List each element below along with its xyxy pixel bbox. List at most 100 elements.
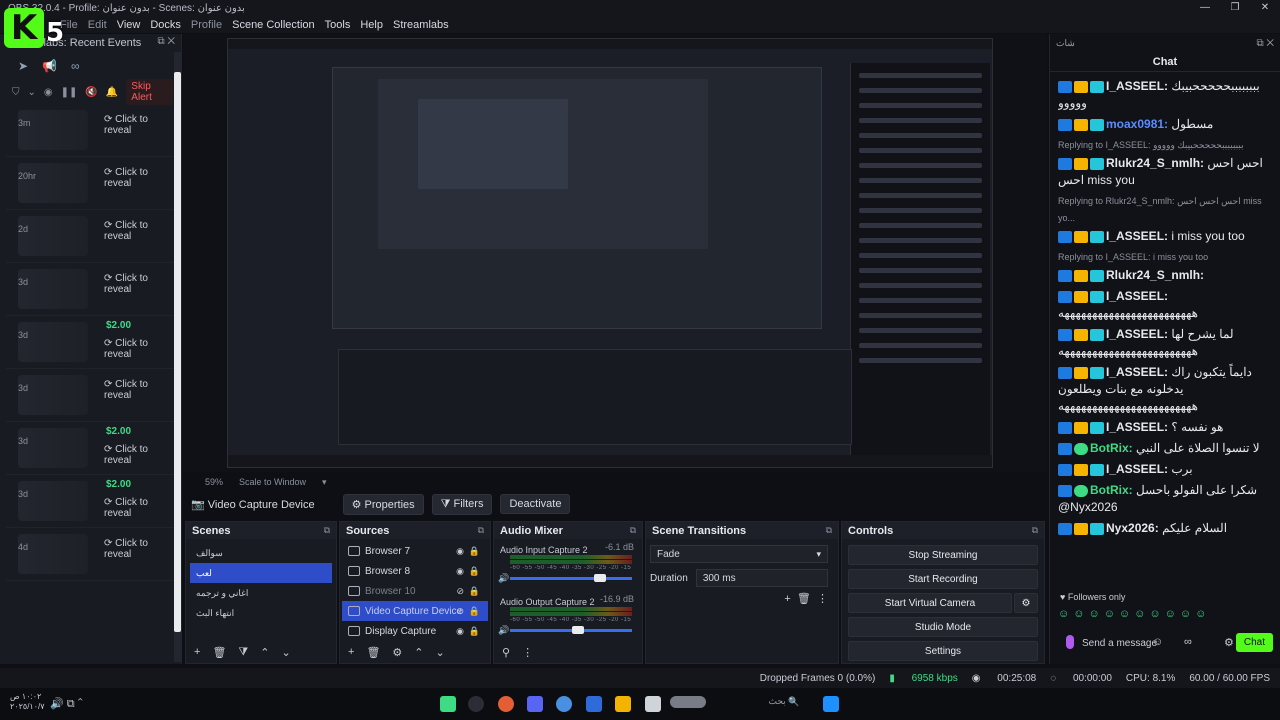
mic-icon[interactable] <box>1066 635 1074 649</box>
dock-buttons[interactable]: ⧉ ✕ <box>157 36 175 47</box>
studio-mode-button[interactable]: Studio Mode <box>848 617 1038 637</box>
stop-streaming-button[interactable]: Stop Streaming <box>848 545 1038 565</box>
chat-username[interactable]: BotRix: <box>1090 441 1133 455</box>
chat-message[interactable]: I_ASSEEL: ببببببببحححححبيبك ووووو <box>1058 78 1270 112</box>
chat-message[interactable]: BotRix: لا تنسوا الصلاة على النبي <box>1058 440 1270 457</box>
speaker-icon[interactable]: 🔊 <box>498 573 509 584</box>
settings-button[interactable]: Settings <box>848 641 1038 661</box>
send-icon[interactable]: ➤ <box>18 59 28 73</box>
volume-fader[interactable] <box>510 574 632 582</box>
volume-fader[interactable] <box>510 626 632 634</box>
source-item[interactable]: Browser 8 ◉ 🔒 <box>342 561 488 581</box>
transition-menu-icon[interactable]: ⋮ <box>817 593 828 605</box>
app-icon[interactable] <box>645 696 661 712</box>
event-item[interactable]: 2d ⟳ Click to reveal <box>6 210 175 263</box>
remove-transition-icon[interactable]: 🗑 <box>797 593 811 605</box>
mute-icon[interactable]: 🔇 <box>85 87 97 98</box>
click-to-reveal[interactable]: ⟳ Click to reveal <box>104 167 175 189</box>
event-item[interactable]: 3d $2.00 ⟳ Click to reveal <box>6 422 175 475</box>
duration-input[interactable]: 300 ms <box>695 569 828 587</box>
chat-input[interactable]: Send a message <box>1082 638 1157 649</box>
lock-icon[interactable]: 🔒 <box>469 606 480 617</box>
source-item[interactable]: Browser 10 ⊘ 🔒 <box>342 581 488 601</box>
chat-message[interactable]: Nyx2026: السلام عليكم <box>1058 520 1270 537</box>
properties-button[interactable]: ⚙ Properties <box>342 493 424 515</box>
chat-username[interactable]: BotRix: <box>1090 483 1133 497</box>
chat-message[interactable]: BotRix: شكرا على الفولو باحسل @Nyx2026 <box>1058 482 1270 516</box>
scene-item[interactable]: لعب <box>190 563 332 583</box>
taskbar-search[interactable]: بحث 🔍 <box>670 696 820 712</box>
source-item[interactable]: Video Capture Device ⊘ 🔒 <box>342 601 488 621</box>
click-to-reveal[interactable]: ⟳ Click to reveal <box>104 273 175 295</box>
chat-username[interactable]: I_ASSEEL: <box>1106 327 1168 341</box>
infinity-icon[interactable]: ∞ <box>1184 636 1192 648</box>
remove-source-icon[interactable]: 🗑 <box>366 646 380 659</box>
menu-profile[interactable]: Profile <box>191 19 222 31</box>
pause-icon[interactable]: ❚❚ <box>61 87 78 98</box>
zoom-level[interactable]: 59% <box>205 477 223 487</box>
start-virtual-camera-button[interactable]: Start Virtual Camera <box>848 593 1012 613</box>
emote-bar[interactable]: ☺☺☺☺☺☺☺☺☺☺ <box>1058 608 1210 620</box>
move-down-icon[interactable]: ⌄ <box>436 646 445 659</box>
virtual-camera-settings-icon[interactable]: ⚙ <box>1014 593 1038 613</box>
menu-help[interactable]: Help <box>360 19 383 31</box>
fader-knob[interactable] <box>594 574 606 582</box>
chat-username[interactable]: I_ASSEEL: <box>1106 462 1168 476</box>
emoji-icon[interactable]: ☺ <box>1152 636 1163 648</box>
scene-item[interactable]: اغاني و ترجمه <box>190 583 332 603</box>
eye-icon[interactable]: ◉ <box>44 87 53 98</box>
events-scrollbar[interactable] <box>174 52 181 662</box>
chat-message[interactable]: I_ASSEEL: لما يشرح لها ههههههههههههههههه… <box>1058 326 1270 360</box>
lock-icon[interactable]: 🔒 <box>469 566 480 577</box>
chat-username[interactable]: moax0981: <box>1106 117 1168 131</box>
menu-scene-collection[interactable]: Scene Collection <box>232 19 315 31</box>
chevron-down-icon[interactable]: ⌄ <box>28 87 36 98</box>
close-button[interactable]: ✕ <box>1250 0 1280 16</box>
discord-icon[interactable] <box>527 696 543 712</box>
chat-message[interactable]: I_ASSEEL: ههههههههههههههههههههههههه <box>1058 288 1270 322</box>
add-transition-icon[interactable]: + <box>784 593 790 605</box>
scene-item[interactable]: سوالف <box>190 543 332 563</box>
click-to-reveal[interactable]: ⟳ Click to reveal <box>104 220 175 242</box>
event-item[interactable]: 3d ⟳ Click to reveal <box>6 369 175 422</box>
source-item[interactable]: Browser 7 ◉ 🔒 <box>342 541 488 561</box>
menu-tools[interactable]: Tools <box>325 19 351 31</box>
event-item[interactable]: 3m ⟳ Click to reveal <box>6 104 175 157</box>
minimize-button[interactable]: — <box>1190 0 1220 16</box>
megaphone-icon[interactable]: 📢 <box>42 59 57 73</box>
chat-message[interactable]: I_ASSEEL: برب <box>1058 461 1270 478</box>
lock-icon[interactable]: 🔒 <box>469 586 480 597</box>
menu-docks[interactable]: Docks <box>150 19 181 31</box>
click-to-reveal[interactable]: ⟳ Click to reveal <box>104 114 175 136</box>
click-to-reveal[interactable]: ⟳ Click to reveal <box>104 444 175 466</box>
menu-streamlabs[interactable]: Streamlabs <box>393 19 449 31</box>
event-item[interactable]: 3d $2.00 ⟳ Click to reveal <box>6 475 175 528</box>
visibility-icon[interactable]: ⊘ <box>456 606 464 617</box>
lock-icon[interactable]: 🔒 <box>469 546 480 557</box>
chat-message[interactable]: moax0981: مسطول <box>1058 116 1270 133</box>
chat-message[interactable]: Replying to Rlukr24_S_nmlh: احس احس احس … <box>1058 193 1270 245</box>
chat-username[interactable]: I_ASSEEL: <box>1106 420 1168 434</box>
menu-view[interactable]: View <box>117 19 141 31</box>
speaker-icon[interactable]: 🔊 <box>498 625 509 636</box>
scene-item[interactable]: انتهاء البث <box>190 603 332 623</box>
chat-username[interactable]: Nyx2026: <box>1106 521 1159 535</box>
start-recording-button[interactable]: Start Recording <box>848 569 1038 589</box>
folder-icon[interactable] <box>615 696 631 712</box>
obs-studio-icon[interactable] <box>468 696 484 712</box>
chat-username[interactable]: I_ASSEEL: <box>1106 229 1168 243</box>
move-up-icon[interactable]: ⌃ <box>260 646 269 659</box>
add-source-icon[interactable]: + <box>348 646 354 658</box>
preview-canvas[interactable] <box>183 34 1047 472</box>
scene-filters-icon[interactable]: ⧩ <box>238 646 248 659</box>
visibility-icon[interactable]: ⊘ <box>456 586 464 597</box>
chat-message[interactable]: I_ASSEEL: دايماً يتكبون راك يدخلونه مع ب… <box>1058 364 1270 415</box>
store-icon[interactable] <box>586 696 602 712</box>
lock-icon[interactable]: 🔒 <box>469 626 480 637</box>
zoom-dropdown-icon[interactable]: ▾ <box>322 477 327 488</box>
bell-icon[interactable]: 🔔 <box>106 87 118 98</box>
click-to-reveal[interactable]: ⟳ Click to reveal <box>104 538 175 560</box>
filters-button[interactable]: ⧩ Filters <box>431 493 493 515</box>
transition-select[interactable]: Fade <box>650 545 828 563</box>
zoom-mode[interactable]: Scale to Window <box>239 477 306 487</box>
